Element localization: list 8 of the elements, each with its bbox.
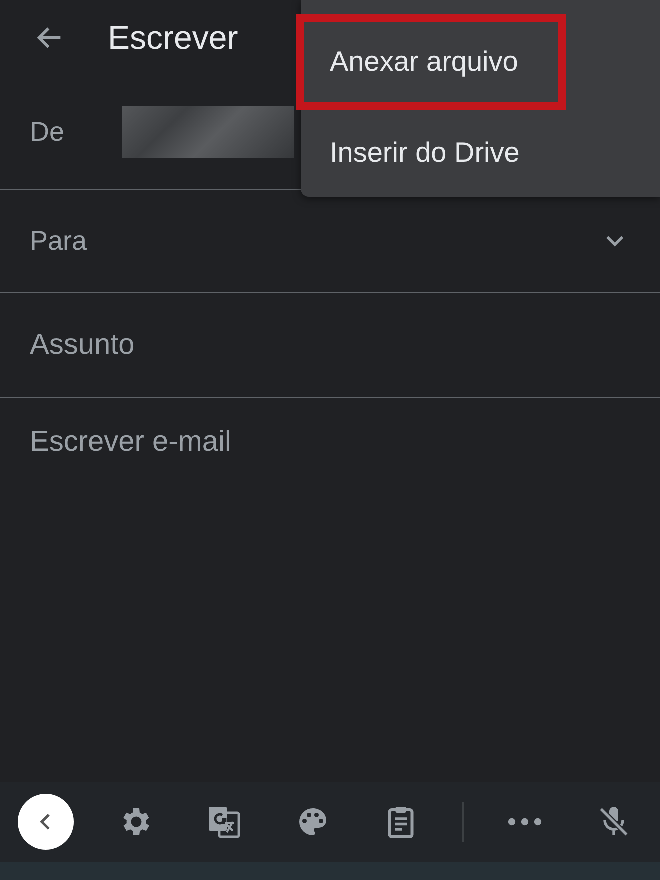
- from-label: De: [30, 116, 66, 148]
- to-label: Para: [30, 226, 88, 256]
- screen-title: Escrever: [108, 18, 238, 56]
- body-field[interactable]: Escrever e-mail: [30, 426, 630, 459]
- menu-item[interactable]: Inserir do Drive: [301, 110, 651, 197]
- menu-item[interactable]: Anexar arquivo: [304, 24, 549, 100]
- subject-field[interactable]: Assunto: [30, 328, 630, 362]
- more-icon: [508, 817, 542, 827]
